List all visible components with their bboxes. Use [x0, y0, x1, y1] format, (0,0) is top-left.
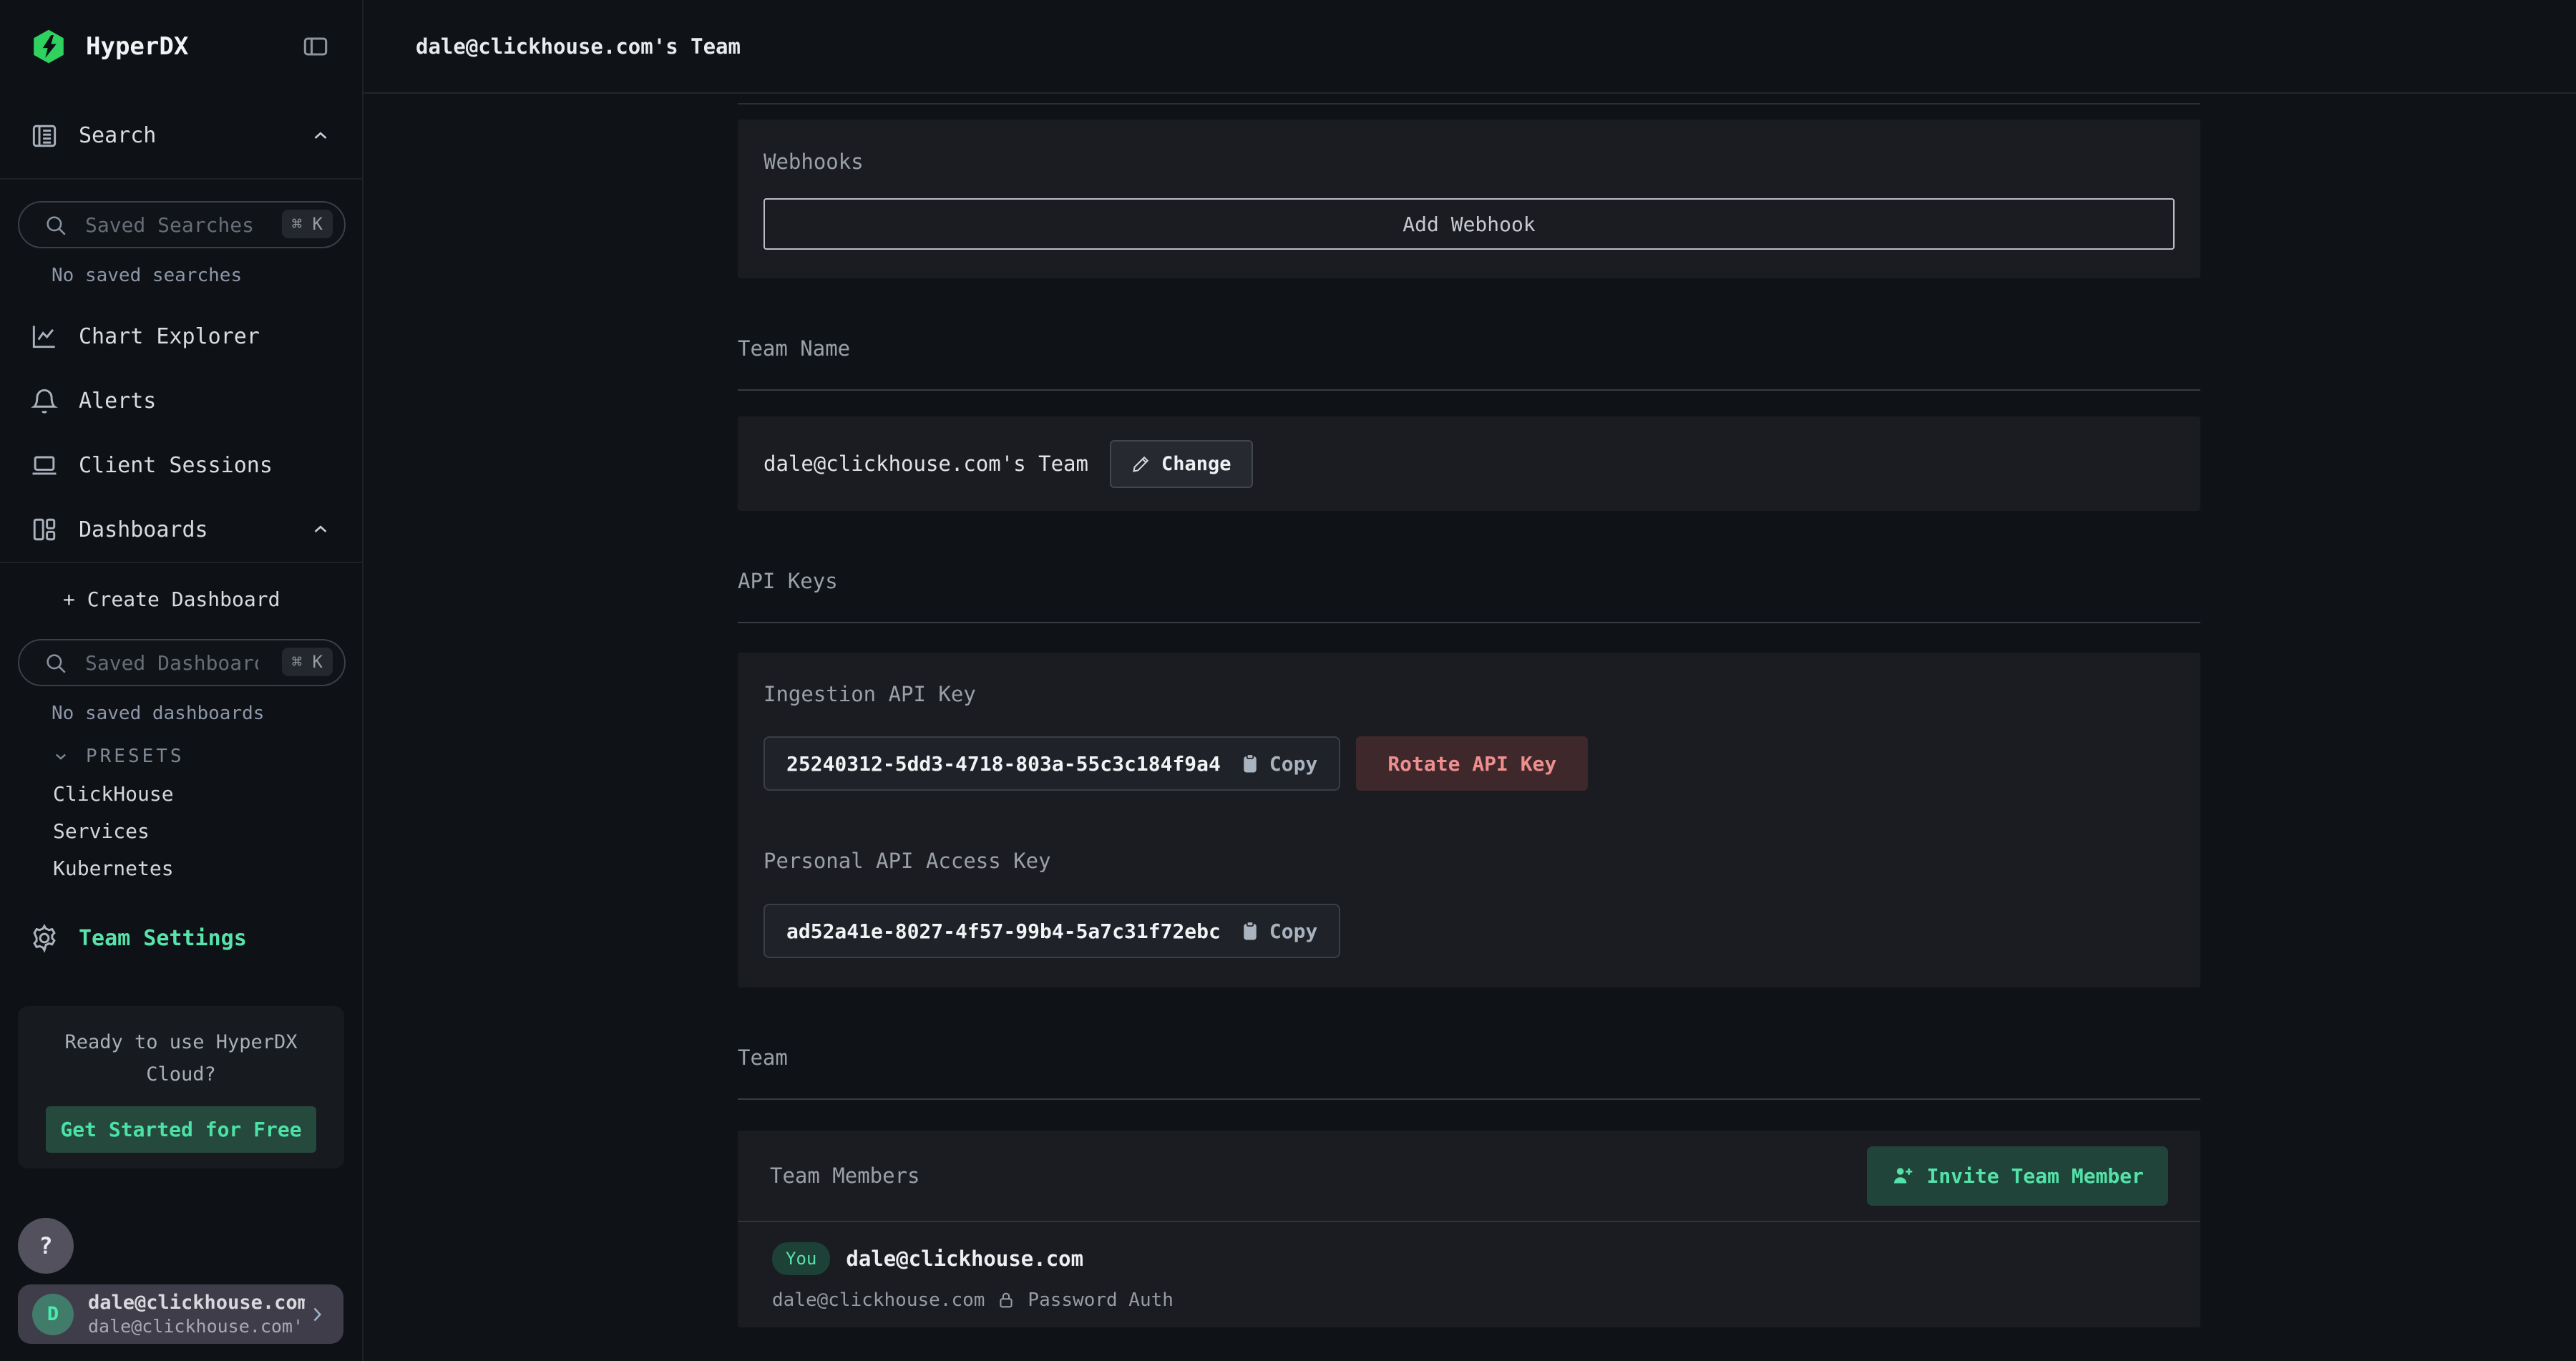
- create-dashboard-button[interactable]: + Create Dashboard: [0, 563, 362, 635]
- divider: [738, 389, 2200, 391]
- invite-team-member-button[interactable]: Invite Team Member: [1867, 1146, 2168, 1206]
- ingestion-key-value: 25240312-5dd3-4718-803a-55c3c184f9a4: [786, 752, 1221, 776]
- ingestion-key-chip[interactable]: 25240312-5dd3-4718-803a-55c3c184f9a4 Cop…: [763, 736, 1340, 791]
- app-title: HyperDX: [86, 32, 299, 61]
- change-team-name-button[interactable]: Change: [1110, 440, 1253, 488]
- personal-key-value: ad52a41e-8027-4f57-99b4-5a7c31f72ebc: [786, 919, 1221, 943]
- copy-control[interactable]: Copy: [1239, 919, 1317, 943]
- you-badge: You: [772, 1242, 830, 1275]
- copy-control[interactable]: Copy: [1239, 752, 1317, 776]
- presets-toggle[interactable]: PRESETS: [0, 742, 362, 771]
- member-name: dale@clickhouse.com: [846, 1247, 1083, 1271]
- presets-list: ClickHouse Services Kubernetes: [0, 776, 362, 887]
- main-header: dale@clickhouse.com's Team: [364, 0, 2576, 94]
- copy-label: Copy: [1269, 919, 1317, 943]
- change-label: Change: [1161, 453, 1231, 475]
- search-icon: [44, 651, 68, 675]
- preset-item-services[interactable]: Services: [0, 813, 362, 850]
- team-name-card: dale@clickhouse.com's Team Change: [738, 416, 2200, 511]
- copy-label: Copy: [1269, 752, 1317, 776]
- cloud-promo-line1: Ready to use HyperDX: [18, 1026, 344, 1058]
- search-icon: [44, 213, 68, 238]
- saved-dashboards-search: ⌘ K: [18, 639, 344, 686]
- personal-key-chip[interactable]: ad52a41e-8027-4f57-99b4-5a7c31f72ebc Cop…: [763, 904, 1340, 958]
- sidebar-item-label: Search: [79, 123, 308, 148]
- laptop-icon: [29, 449, 60, 481]
- team-section-title: Team: [738, 1045, 2200, 1071]
- webhooks-card: Webhooks Add Webhook: [738, 119, 2200, 278]
- user-team: dale@clickhouse.com's: [88, 1315, 305, 1337]
- sidebar-item-label: Client Sessions: [79, 453, 333, 478]
- chevron-up-icon: [308, 517, 333, 542]
- content: Webhooks Add Webhook Team Name dale@clic…: [364, 103, 2200, 1327]
- personal-key-label: Personal API Access Key: [763, 849, 2175, 873]
- logo-row: HyperDX: [0, 0, 362, 93]
- sidebar-collapse-icon[interactable]: [299, 30, 332, 63]
- member-email: dale@clickhouse.com: [772, 1289, 985, 1311]
- pencil-icon: [1131, 454, 1151, 474]
- shortcut-badge: ⌘ K: [282, 648, 333, 676]
- gear-icon: [29, 922, 60, 954]
- team-members-card: Team Members Invite Team Member: [738, 1131, 2200, 1327]
- sidebar-item-client-sessions[interactable]: Client Sessions: [0, 433, 362, 497]
- line-chart-icon: [29, 321, 60, 352]
- chevron-right-icon: [305, 1302, 329, 1327]
- user-name: dale@clickhouse.com: [88, 1291, 305, 1315]
- team-name-section-title: Team Name: [738, 336, 2200, 362]
- clipboard-icon: [1239, 920, 1261, 942]
- api-keys-card: Ingestion API Key 25240312-5dd3-4718-803…: [738, 653, 2200, 987]
- webhooks-title: Webhooks: [763, 150, 2175, 174]
- add-webhook-button[interactable]: Add Webhook: [763, 198, 2175, 250]
- user-menu[interactable]: D dale@clickhouse.com dale@clickhouse.co…: [18, 1284, 343, 1344]
- bell-icon: [29, 385, 60, 416]
- sidebar-item-search[interactable]: Search: [0, 93, 362, 180]
- team-settings-label: Team Settings: [79, 926, 247, 951]
- search-panel-icon: [29, 120, 60, 152]
- shortcut-badge: ⌘ K: [282, 210, 333, 238]
- cloud-promo-line2: Cloud?: [18, 1058, 344, 1091]
- clipboard-icon: [1239, 753, 1261, 774]
- no-saved-searches-text: No saved searches: [0, 264, 362, 287]
- presets-label: PRESETS: [86, 746, 185, 767]
- get-started-button[interactable]: Get Started for Free: [46, 1106, 316, 1153]
- lock-icon: [996, 1290, 1016, 1310]
- hyperdx-logo-icon: [30, 28, 67, 65]
- sidebar-item-label: Dashboards: [79, 517, 308, 542]
- avatar: D: [32, 1294, 74, 1335]
- member-row: You dale@clickhouse.com dale@clickhouse.…: [738, 1222, 2200, 1311]
- sidebar-item-dashboards[interactable]: Dashboards: [0, 497, 362, 562]
- preset-item-clickhouse[interactable]: ClickHouse: [0, 776, 362, 813]
- sidebar-item-label: Alerts: [79, 389, 333, 414]
- help-button[interactable]: ?: [18, 1218, 74, 1274]
- no-saved-dashboards-text: No saved dashboards: [0, 702, 362, 725]
- sidebar: HyperDX Search: [0, 0, 364, 1361]
- sidebar-item-chart-explorer[interactable]: Chart Explorer: [0, 304, 362, 369]
- user-meta: dale@clickhouse.com dale@clickhouse.com'…: [88, 1291, 305, 1337]
- main-area: dale@clickhouse.com's Team Webhooks Add …: [364, 0, 2576, 1361]
- scrolled-card-edge: [738, 103, 2200, 104]
- sidebar-item-label: Chart Explorer: [79, 324, 333, 349]
- team-name-value: dale@clickhouse.com's Team: [763, 452, 1088, 476]
- api-keys-section-title: API Keys: [738, 569, 2200, 595]
- auth-method: Password Auth: [1028, 1289, 1174, 1311]
- sidebar-item-alerts[interactable]: Alerts: [0, 369, 362, 433]
- ingestion-key-label: Ingestion API Key: [763, 682, 2175, 706]
- sidebar-item-team-settings[interactable]: Team Settings: [0, 909, 362, 967]
- cloud-promo-card: Ready to use HyperDX Cloud? Get Started …: [18, 1006, 344, 1169]
- rotate-api-key-button[interactable]: Rotate API Key: [1356, 736, 1588, 791]
- user-plus-icon: [1891, 1164, 1914, 1187]
- preset-item-kubernetes[interactable]: Kubernetes: [0, 850, 362, 887]
- dashboards-icon: [29, 514, 60, 545]
- divider: [738, 622, 2200, 623]
- app-root: HyperDX Search: [0, 0, 2576, 1361]
- divider: [738, 1098, 2200, 1100]
- page-title: dale@clickhouse.com's Team: [416, 34, 741, 59]
- chevron-up-icon: [308, 123, 333, 149]
- saved-searches-search: ⌘ K: [18, 201, 344, 248]
- sidebar-nav: Chart Explorer Alerts Client Sessions: [0, 304, 362, 563]
- cloud-promo-text: Ready to use HyperDX Cloud?: [18, 1026, 344, 1091]
- invite-label: Invite Team Member: [1927, 1164, 2144, 1188]
- team-members-title: Team Members: [770, 1164, 1867, 1188]
- chevron-down-icon: [50, 746, 72, 767]
